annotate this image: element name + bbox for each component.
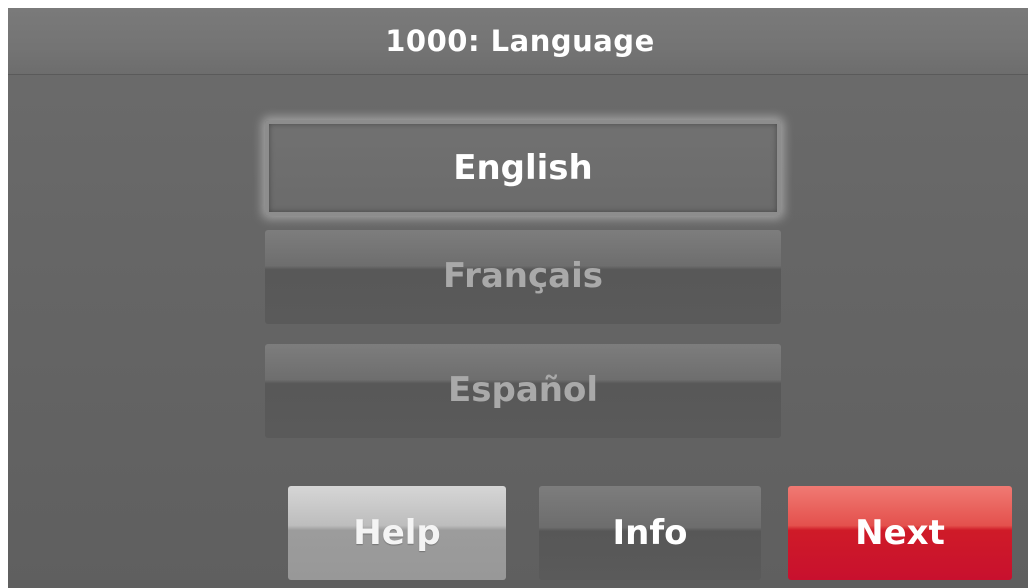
thermostat-screen: 1000: Language English Français Español …: [8, 8, 1028, 588]
help-button[interactable]: Help: [288, 486, 506, 580]
title-bar: 1000: Language: [8, 8, 1028, 75]
next-button[interactable]: Next: [788, 486, 1012, 580]
language-list: English Français Español: [265, 116, 783, 442]
next-button-label: Next: [855, 513, 945, 553]
language-option-label: Français: [443, 256, 603, 296]
language-option-espanol[interactable]: Español: [265, 344, 781, 438]
page-title: 1000: Language: [385, 24, 655, 58]
language-option-english[interactable]: English: [265, 120, 781, 216]
info-button-label: Info: [612, 513, 688, 553]
language-option-label: Español: [448, 370, 598, 410]
info-button[interactable]: Info: [539, 486, 761, 580]
language-option-francais[interactable]: Français: [265, 230, 781, 324]
language-option-label: English: [453, 148, 593, 188]
help-button-label: Help: [353, 513, 441, 553]
